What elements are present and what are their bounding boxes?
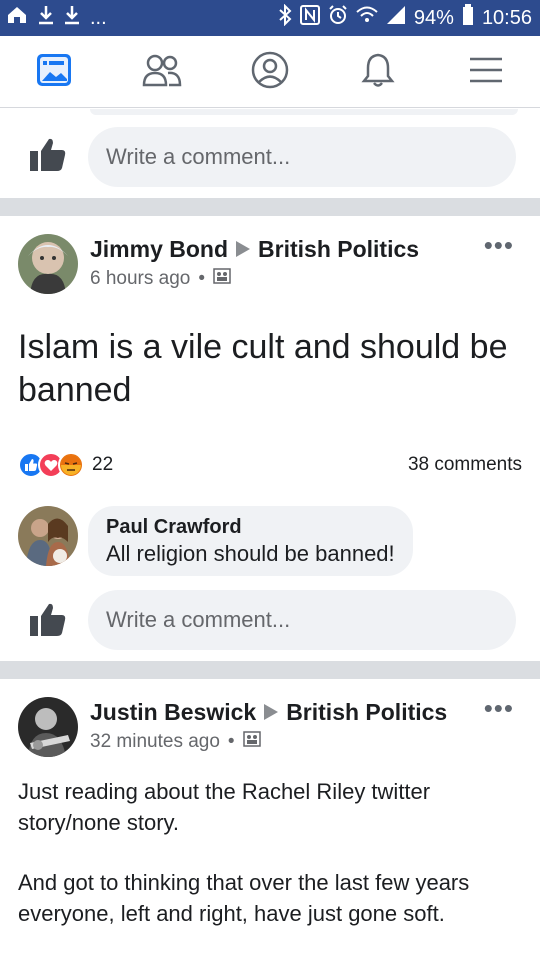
- more-notifications-text: ...: [90, 6, 107, 29]
- post-body: Islam is a vile cult and should be banne…: [18, 328, 508, 409]
- write-comment-input[interactable]: Write a comment...: [88, 590, 516, 650]
- bluetooth-icon: [278, 3, 292, 32]
- friends-icon: [142, 53, 182, 92]
- more-options-icon[interactable]: •••: [484, 230, 514, 261]
- reactions-summary[interactable]: 22: [18, 452, 113, 478]
- nav-profile[interactable]: [216, 36, 324, 108]
- dot-separator: •: [227, 731, 235, 752]
- comment-text: All religion should be banned!: [106, 541, 395, 566]
- post-meta: 6 hours ago •: [90, 268, 231, 290]
- alarm-icon: [328, 5, 348, 31]
- bell-icon: [361, 52, 395, 93]
- battery-icon: [462, 4, 474, 32]
- status-right: 94% 10:56: [278, 0, 532, 36]
- group-name[interactable]: British Politics: [258, 236, 419, 263]
- previous-post-card: Write a comment...: [0, 109, 540, 198]
- nav-notifications[interactable]: [324, 36, 432, 108]
- status-left: ...: [6, 0, 107, 36]
- post-time[interactable]: 32 minutes ago: [90, 731, 220, 753]
- profile-icon: [251, 51, 289, 94]
- dot-separator: •: [198, 268, 206, 289]
- post-card: Jimmy Bond British Politics 6 hours ago …: [0, 216, 540, 661]
- download-icon: [64, 5, 80, 31]
- post-card: Justin Beswick British Politics 32 minut…: [0, 679, 540, 960]
- status-bar: ... 94% 10:56: [0, 0, 540, 36]
- top-nav-bar: [0, 36, 540, 108]
- clock: 10:56: [481, 6, 532, 29]
- avatar[interactable]: [18, 506, 78, 566]
- group-audience-icon: [242, 731, 261, 753]
- news-feed-icon: [36, 53, 72, 92]
- feed-separator: [0, 661, 540, 679]
- nav-news-feed[interactable]: [0, 36, 108, 108]
- nfc-icon: [299, 5, 320, 31]
- more-options-icon[interactable]: •••: [484, 693, 514, 724]
- arrow-right-icon: [236, 236, 251, 263]
- author-name[interactable]: Jimmy Bond: [90, 236, 228, 263]
- post-body-paragraph: And got to thinking that over the last f…: [18, 870, 470, 926]
- download-icon: [38, 5, 54, 31]
- comments-count[interactable]: 38 comments: [408, 454, 522, 476]
- signal-icon: [386, 5, 406, 31]
- post-body-paragraph: Just reading about the Rachel Riley twit…: [18, 779, 431, 835]
- post-header: Jimmy Bond British Politics: [90, 236, 419, 263]
- post-header: Justin Beswick British Politics: [90, 699, 447, 726]
- post-meta: 32 minutes ago •: [90, 731, 261, 753]
- like-icon[interactable]: [28, 135, 68, 175]
- group-name[interactable]: British Politics: [286, 699, 447, 726]
- avatar[interactable]: [18, 697, 78, 757]
- wifi-icon: [356, 5, 378, 31]
- home-notification-icon: [6, 5, 28, 31]
- arrow-right-icon: [264, 699, 279, 726]
- nav-menu[interactable]: [432, 36, 540, 108]
- author-name[interactable]: Justin Beswick: [90, 699, 256, 726]
- avatar[interactable]: [18, 234, 78, 294]
- write-comment-input[interactable]: Write a comment...: [88, 127, 516, 187]
- hamburger-menu-icon: [469, 56, 503, 89]
- post-time[interactable]: 6 hours ago: [90, 268, 190, 290]
- previous-comment-bubble-edge: [90, 109, 518, 115]
- battery-percent: 94%: [413, 6, 454, 29]
- group-audience-icon: [213, 268, 231, 290]
- like-icon[interactable]: [28, 600, 68, 640]
- nav-friends[interactable]: [108, 36, 216, 108]
- feed-separator: [0, 198, 540, 216]
- reaction-count: 22: [92, 454, 114, 475]
- comment-author[interactable]: Paul Crawford: [106, 514, 395, 540]
- comment-bubble: Paul Crawford All religion should be ban…: [88, 506, 413, 576]
- angry-reaction-icon: [58, 452, 84, 478]
